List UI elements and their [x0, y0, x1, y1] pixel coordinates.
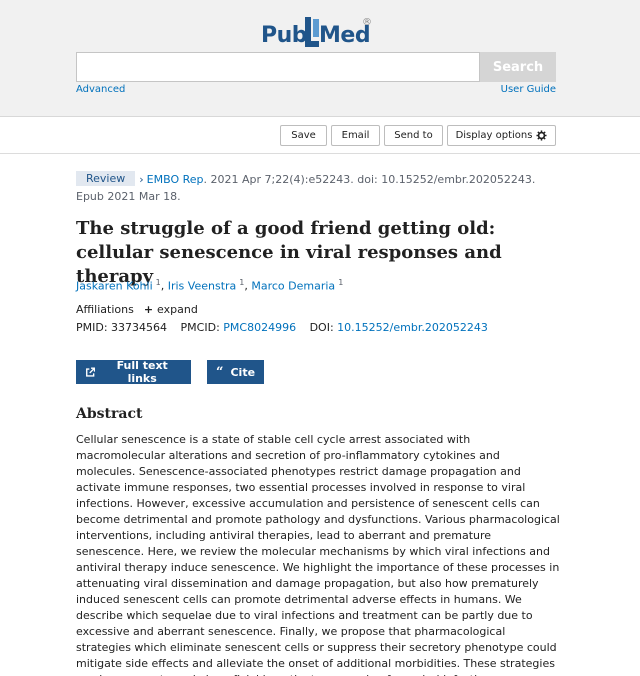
display-options-label: Display options	[455, 130, 533, 141]
doi-label: DOI:	[309, 321, 334, 334]
full-text-links-button[interactable]: Full text links	[76, 359, 191, 385]
doi-link[interactable]: 10.15252/embr.202052243	[337, 321, 488, 334]
email-button[interactable]: Email	[331, 125, 380, 146]
cite-label: Cite	[230, 365, 256, 379]
send-to-button-label: Send to	[394, 130, 433, 141]
save-button[interactable]: Save	[280, 125, 327, 146]
plus-icon: +	[143, 303, 154, 316]
logo-pub-text: Pub	[261, 23, 308, 48]
author-link[interactable]: Marco Demaria	[251, 280, 335, 293]
abstract-text: Cellular senescence is a state of stable…	[76, 433, 560, 676]
author-list: Jaskaren Kohli 1, Iris Veenstra 1, Marco D…	[76, 278, 344, 293]
pmid-value: 33734564	[111, 321, 168, 334]
external-link-icon	[86, 366, 96, 377]
pubmed-logo[interactable]: Pub Med ®	[261, 13, 381, 53]
author-link[interactable]: Iris Veenstra	[168, 280, 237, 293]
send-to-button[interactable]: Send to	[384, 125, 443, 146]
pmid-label: PMID:	[76, 321, 108, 334]
search-input[interactable]	[76, 52, 480, 82]
epub-date: Epub 2021 Mar 18.	[76, 190, 181, 203]
expand-label: expand	[157, 303, 198, 316]
registered-mark: ®	[362, 17, 372, 28]
save-button-label: Save	[291, 130, 316, 141]
article-citation: Review › EMBO Rep. 2021 Apr 7;22(4):e52243…	[76, 170, 566, 189]
search-button[interactable]: Search	[480, 52, 556, 82]
display-options-button[interactable]: Display options	[447, 125, 556, 146]
full-text-links-label: Full text links	[116, 359, 168, 385]
citation-text: . 2021 Apr 7;22(4):e52243. doi: 10.15252…	[203, 173, 536, 186]
email-button-label: Email	[341, 130, 370, 141]
affiliations-toggle[interactable]: Affiliations + expand	[76, 303, 198, 316]
advanced-search-link[interactable]: Advanced	[76, 84, 125, 95]
quote-icon: “	[216, 364, 224, 380]
gear-icon	[536, 130, 547, 141]
pmcid-link[interactable]: PMC8024996	[223, 321, 296, 334]
article-identifiers: PMID: 33734564 PMCID: PMC8024996 DOI: 10…	[76, 321, 488, 334]
action-bar: Save Email Send to Display options	[0, 117, 640, 154]
journal-link[interactable]: EMBO Rep	[147, 173, 204, 186]
cite-button[interactable]: “ Cite	[207, 360, 264, 384]
affiliations-label: Affiliations	[76, 303, 134, 316]
affiliation-ref[interactable]: 1	[338, 278, 343, 287]
pmcid-label: PMCID:	[180, 321, 220, 334]
abstract-heading: Abstract	[76, 406, 143, 422]
site-header: Pub Med ® Search Advanced User Guide	[0, 0, 640, 117]
review-badge: Review	[76, 171, 136, 186]
author-link[interactable]: Jaskaren Kohli	[76, 280, 153, 293]
user-guide-link[interactable]: User Guide	[501, 84, 556, 95]
chevron-right-icon: ›	[139, 173, 144, 186]
